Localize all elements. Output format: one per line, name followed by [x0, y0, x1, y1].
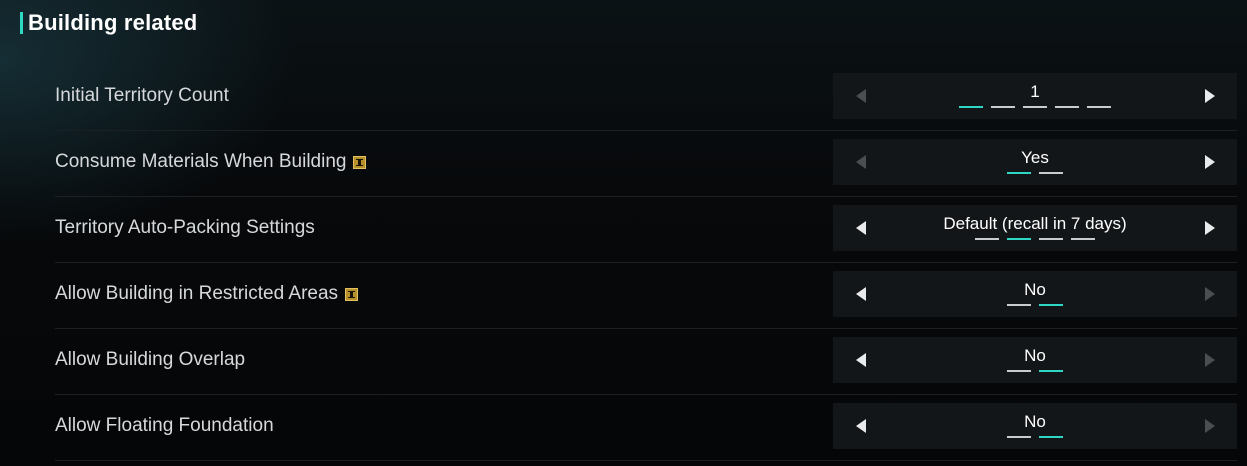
option-indicator-dash — [1055, 106, 1079, 108]
setting-label-wrap: Allow Floating Foundation — [55, 395, 274, 457]
option-indicator — [833, 106, 1237, 108]
setting-label: Allow Building in Restricted Areas — [55, 283, 339, 304]
option-indicator-dash — [1007, 172, 1031, 174]
option-indicator — [833, 304, 1237, 306]
setting-label-wrap: Allow Building Overlap — [55, 329, 245, 391]
section-accent-bar — [20, 12, 23, 34]
setting-label: Allow Floating Foundation — [55, 415, 274, 436]
option-indicator — [833, 238, 1237, 240]
option-indicator-dash — [1007, 238, 1031, 240]
selected-value: No — [1024, 346, 1046, 365]
next-option-button[interactable] — [1185, 73, 1235, 119]
setting-row-allow-building-overlap: Allow Building Overlap No — [55, 329, 1237, 395]
option-indicator-dash — [991, 106, 1015, 108]
next-option-button[interactable] — [1185, 337, 1235, 383]
option-selector: Yes — [833, 139, 1237, 185]
selected-value: Default (recall in 7 days) — [943, 214, 1127, 233]
option-selector: No — [833, 271, 1237, 317]
section-title: Building related — [28, 10, 198, 35]
setting-row-allow-floating-foundation: Allow Floating Foundation No — [55, 395, 1237, 461]
chevron-right-icon — [1205, 221, 1215, 235]
option-indicator-dash — [1039, 370, 1063, 372]
info-icon[interactable] — [345, 287, 359, 301]
selected-value: 1 — [1030, 82, 1040, 101]
next-option-button[interactable] — [1185, 205, 1235, 251]
selected-value: Yes — [1021, 148, 1049, 167]
next-option-button[interactable] — [1185, 139, 1235, 185]
option-indicator-dash — [1087, 106, 1111, 108]
option-indicator-dash — [1039, 436, 1063, 438]
chevron-right-icon — [1205, 89, 1215, 103]
setting-label: Allow Building Overlap — [55, 349, 246, 370]
setting-label-wrap: Consume Materials When Building — [55, 131, 367, 193]
chevron-right-icon — [1205, 287, 1215, 301]
setting-row-allow-building-in-restricted-areas: Allow Building in Restricted Areas No — [55, 263, 1237, 329]
option-indicator — [833, 436, 1237, 438]
option-selector: No — [833, 403, 1237, 449]
chevron-right-icon — [1205, 155, 1215, 169]
settings-list: Initial Territory Count 1 Consume Material… — [55, 65, 1237, 461]
option-indicator-dash — [1023, 106, 1047, 108]
setting-row-territory-auto-packing-settings: Territory Auto-Packing Settings Default (… — [55, 197, 1237, 263]
setting-label: Initial Territory Count — [55, 85, 229, 106]
settings-page: Building related Initial Territory Count… — [0, 0, 1247, 466]
next-option-button[interactable] — [1185, 271, 1235, 317]
option-indicator-dash — [1039, 304, 1063, 306]
selected-value: No — [1024, 412, 1046, 431]
setting-label-wrap: Territory Auto-Packing Settings — [55, 197, 315, 259]
option-indicator-dash — [1039, 238, 1063, 240]
chevron-right-icon — [1205, 419, 1215, 433]
chevron-right-icon — [1205, 353, 1215, 367]
option-indicator-dash — [1007, 304, 1031, 306]
setting-row-consume-materials-when-building: Consume Materials When Building Yes — [55, 131, 1237, 197]
option-indicator-dash — [959, 106, 983, 108]
option-indicator-dash — [1007, 436, 1031, 438]
setting-row-initial-territory-count: Initial Territory Count 1 — [55, 65, 1237, 131]
option-selector: 1 — [833, 73, 1237, 119]
option-indicator — [833, 172, 1237, 174]
section-header: Building related — [20, 8, 197, 38]
info-icon[interactable] — [353, 155, 367, 169]
option-indicator-dash — [1039, 172, 1063, 174]
option-indicator — [833, 370, 1237, 372]
option-indicator-dash — [1071, 238, 1095, 240]
selected-value: No — [1024, 280, 1046, 299]
setting-label: Consume Materials When Building — [55, 151, 347, 172]
option-indicator-dash — [1007, 370, 1031, 372]
setting-label-wrap: Initial Territory Count — [55, 65, 229, 127]
option-indicator-dash — [975, 238, 999, 240]
next-option-button[interactable] — [1185, 403, 1235, 449]
option-selector: Default (recall in 7 days) — [833, 205, 1237, 251]
option-selector: No — [833, 337, 1237, 383]
setting-label: Territory Auto-Packing Settings — [55, 217, 315, 238]
setting-label-wrap: Allow Building in Restricted Areas — [55, 263, 359, 325]
